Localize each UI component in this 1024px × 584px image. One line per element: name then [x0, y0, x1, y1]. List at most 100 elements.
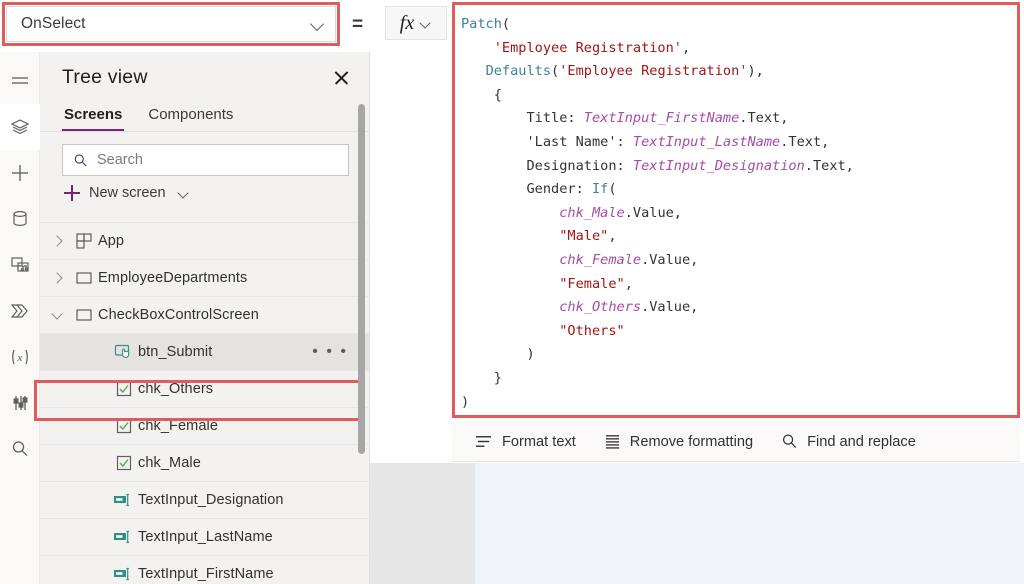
code-token-punct: ) — [461, 393, 470, 410]
plus-icon — [64, 185, 80, 201]
tree-item-label: EmployeeDepartments — [98, 270, 248, 286]
code-token-punct — [625, 134, 633, 150]
code-token-ctrl: chk_Female — [559, 251, 642, 268]
tree-item-label: TextInput_LastName — [138, 529, 273, 545]
code-token-punct: { — [461, 86, 502, 103]
remove-formatting-button[interactable]: Remove formatting — [604, 433, 753, 450]
variables-icon[interactable]: x — [0, 334, 40, 380]
tree-item-checkboxcontrolscreen[interactable]: CheckBoxControlScreen — [40, 296, 370, 333]
code-token-fn: Defaults — [485, 63, 552, 80]
new-screen-label: New screen — [89, 185, 166, 201]
tree-view-panel: Tree view Screens Components New screen … — [34, 52, 370, 584]
tab-screens[interactable]: Screens — [62, 103, 125, 131]
code-token-punct — [625, 158, 633, 174]
code-token-id: Title: — [526, 110, 576, 127]
code-token-id: Gender: — [526, 181, 584, 198]
formula-editor-panel[interactable]: Patch( 'Employee Registration', Defaults… — [452, 2, 1020, 418]
format-text-label: Format text — [502, 433, 576, 450]
button-icon — [110, 343, 138, 361]
code-token-punct: , — [682, 39, 691, 56]
search-input[interactable] — [97, 152, 338, 168]
code-token-ctrl: TextInput_Designation — [632, 157, 805, 174]
tools-icon[interactable] — [0, 380, 40, 426]
code-token-punct — [461, 299, 559, 315]
chevron-right-icon[interactable] — [44, 273, 70, 284]
remove-formatting-icon — [605, 435, 619, 449]
chevron-right-icon[interactable] — [44, 236, 70, 247]
format-text-button[interactable]: Format text — [474, 433, 576, 450]
tree-item-textinput-firstname[interactable]: TextInput_FirstName — [40, 555, 370, 584]
code-token-punct — [461, 228, 559, 244]
code-token-ctrl: chk_Male — [559, 204, 625, 221]
code-token-str: "Male" — [559, 228, 609, 245]
code-token-punct: , — [608, 228, 617, 245]
chevron-down-icon — [421, 18, 432, 29]
code-token-punct — [461, 252, 559, 268]
new-screen-button[interactable]: New screen — [40, 176, 369, 210]
tree-item-list: App EmployeeDepartments CheckBoxControlScr… — [40, 222, 370, 584]
code-token-punct — [584, 181, 592, 197]
code-token-id: Designation: — [526, 157, 625, 174]
tree-item-label: App — [98, 233, 125, 249]
code-token-punct: ( — [501, 16, 511, 32]
tree-item-label: CheckBoxControlScreen — [98, 307, 259, 323]
code-token-fn: If — [591, 181, 609, 198]
tree-item-chk-female[interactable]: chk_Female — [40, 407, 370, 444]
media-icon[interactable] — [0, 242, 40, 288]
code-token-id: .Text, — [804, 157, 854, 174]
code-token-id: .Text, — [739, 110, 789, 127]
database-icon[interactable] — [0, 196, 40, 242]
fx-button[interactable]: fx — [385, 6, 447, 40]
tree-item-chk-others[interactable]: chk_Others — [40, 370, 370, 407]
close-icon[interactable] — [331, 67, 353, 89]
checkbox-icon — [110, 380, 138, 398]
code-token-punct — [461, 158, 526, 174]
code-token-ctrl: TextInput_FirstName — [583, 110, 740, 127]
tree-item-textinput-lastname[interactable]: TextInput_LastName — [40, 518, 370, 555]
hamburger-icon[interactable] — [0, 58, 40, 104]
page-title: Tree view — [62, 66, 148, 88]
svg-text:x: x — [16, 352, 22, 364]
code-token-fn: Patch — [461, 16, 502, 32]
code-token-punct — [461, 63, 486, 79]
formula-code[interactable]: Patch( 'Employee Registration', Defaults… — [455, 5, 1017, 415]
tree-view-header: Tree view — [40, 52, 369, 97]
code-token-ctrl: TextInput_LastName — [632, 133, 781, 150]
code-token-id: .Value, — [641, 299, 699, 316]
property-dropdown[interactable]: OnSelect — [6, 6, 336, 42]
textinput-icon — [110, 566, 138, 582]
screen-icon — [70, 269, 98, 287]
layers-icon[interactable] — [0, 104, 40, 150]
code-token-str: 'Employee Registration' — [493, 39, 682, 56]
code-token-punct — [576, 110, 584, 126]
code-token-punct — [461, 205, 559, 221]
chevron-down-icon — [311, 17, 325, 31]
tree-scrollbar[interactable] — [358, 104, 365, 454]
flow-icon[interactable] — [0, 288, 40, 334]
remove-formatting-label: Remove formatting — [629, 433, 754, 450]
tree-item-label: chk_Male — [138, 455, 201, 471]
chevron-down-icon — [179, 188, 190, 199]
code-token-id: .Text, — [780, 133, 830, 150]
tree-item-employeedepartments[interactable]: EmployeeDepartments — [40, 259, 370, 296]
search-box[interactable] — [62, 144, 349, 176]
checkbox-icon — [110, 417, 138, 435]
tree-item-textinput-designation[interactable]: TextInput_Designation — [40, 481, 370, 518]
format-text-icon — [475, 436, 492, 447]
code-token-id: .Value, — [641, 251, 699, 268]
plus-icon[interactable] — [0, 150, 40, 196]
code-token-punct — [461, 181, 526, 197]
code-token-punct — [461, 323, 559, 339]
search-icon[interactable] — [0, 426, 40, 472]
app-icon — [70, 232, 98, 250]
find-and-replace-button[interactable]: Find and replace — [781, 433, 916, 450]
code-token-punct — [461, 134, 526, 150]
equals-sign: = — [352, 14, 364, 35]
fx-icon: fx — [399, 11, 415, 34]
tab-components[interactable]: Components — [146, 103, 235, 131]
code-token-id: .Value, — [624, 204, 682, 221]
tree-item-btn-submit[interactable]: btn_Submit • • • — [40, 333, 370, 370]
chevron-down-icon[interactable] — [44, 310, 70, 321]
tree-item-app[interactable]: App — [40, 222, 370, 259]
tree-item-chk-male[interactable]: chk_Male — [40, 444, 370, 481]
